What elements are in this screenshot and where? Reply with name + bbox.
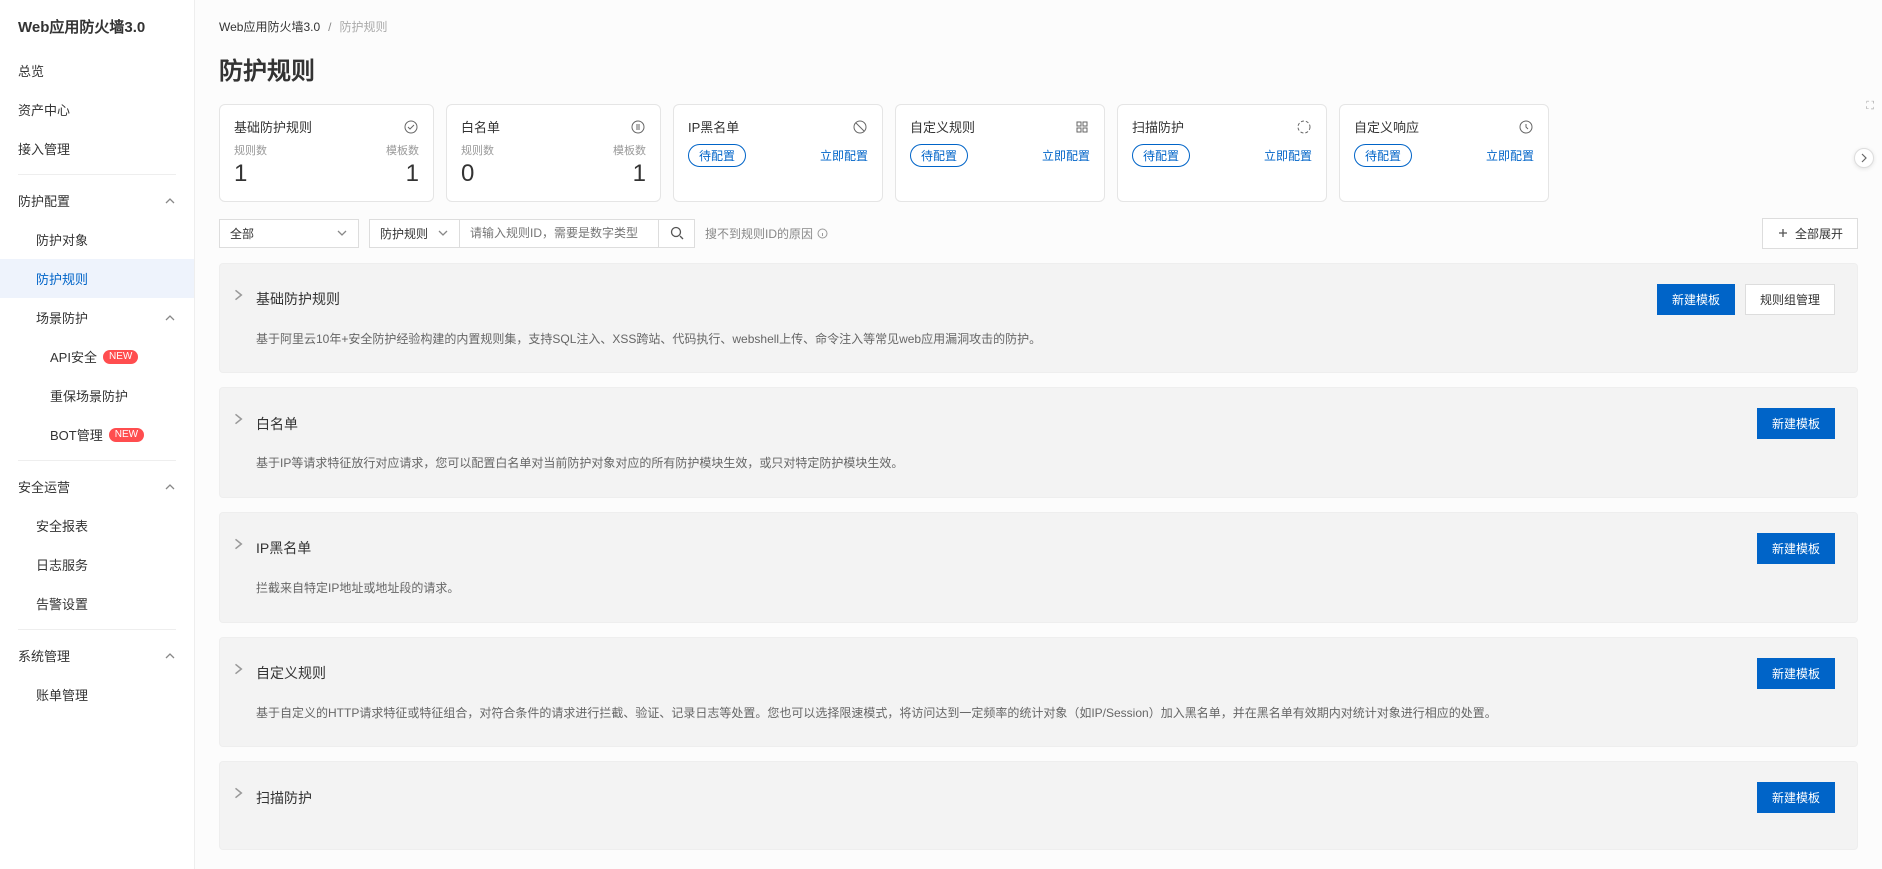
expand-toggle[interactable] xyxy=(232,786,246,800)
nav-security-ops[interactable]: 安全运营 xyxy=(0,467,194,506)
nav-assets[interactable]: 资产中心 xyxy=(0,90,194,129)
card-scan-protection[interactable]: 扫描防护 待配置 立即配置 xyxy=(1117,104,1327,202)
status-pill: 待配置 xyxy=(1132,144,1190,167)
expand-toggle[interactable] xyxy=(232,537,246,551)
main-content: Web应用防火墙3.0 / 防护规则 防护规则 ⛶ 基础防护规则 规则数1 模板… xyxy=(195,0,1882,869)
status-pill: 待配置 xyxy=(910,144,968,167)
block-icon xyxy=(852,119,868,135)
chevron-up-icon xyxy=(164,312,176,324)
expand-toggle[interactable] xyxy=(232,412,246,426)
chevron-up-icon xyxy=(164,481,176,493)
page-title: 防护规则 xyxy=(195,41,1882,104)
new-badge: NEW xyxy=(103,350,138,364)
configure-link[interactable]: 立即配置 xyxy=(1264,147,1312,164)
nav-log-service[interactable]: 日志服务 xyxy=(0,545,194,584)
chevron-up-icon xyxy=(164,195,176,207)
expand-toggle[interactable] xyxy=(232,288,246,302)
nav-protection-rules[interactable]: 防护规则 xyxy=(0,259,194,298)
toolbar: 全部 防护规则 搜不到规则ID的原因 全部展开 xyxy=(195,218,1882,263)
chevron-down-icon xyxy=(437,227,449,239)
nav-api-security[interactable]: API安全NEW xyxy=(0,337,194,376)
rule-whitelist: 白名单 新建模板 基于IP等请求特征放行对应请求，您可以配置白名单对当前防护对象… xyxy=(219,387,1858,498)
search-input[interactable] xyxy=(459,219,659,248)
settings-icon xyxy=(1074,119,1090,135)
rule-ip-blacklist: IP黑名单 新建模板 拦截来自特定IP地址或地址段的请求。 xyxy=(219,512,1858,623)
product-title: Web应用防火墙3.0 xyxy=(0,0,194,51)
divider xyxy=(18,174,176,175)
card-basic-rules[interactable]: 基础防护规则 规则数1 模板数1 xyxy=(219,104,434,202)
rule-list: 基础防护规则 新建模板 规则组管理 基于阿里云10年+安全防护经验构建的内置规则… xyxy=(195,263,1882,850)
card-ip-blacklist[interactable]: IP黑名单 待配置 立即配置 xyxy=(673,104,883,202)
nav-security-report[interactable]: 安全报表 xyxy=(0,506,194,545)
breadcrumb-current: 防护规则 xyxy=(339,18,387,35)
nav-protection-config[interactable]: 防护配置 xyxy=(0,181,194,220)
divider xyxy=(18,629,176,630)
status-pill: 待配置 xyxy=(1354,144,1412,167)
new-template-button[interactable]: 新建模板 xyxy=(1657,284,1735,315)
rule-basic: 基础防护规则 新建模板 规则组管理 基于阿里云10年+安全防护经验构建的内置规则… xyxy=(219,263,1858,374)
expand-all-button[interactable]: 全部展开 xyxy=(1762,218,1858,249)
new-template-button[interactable]: 新建模板 xyxy=(1757,533,1835,564)
new-template-button[interactable]: 新建模板 xyxy=(1757,782,1835,813)
sidebar: Web应用防火墙3.0 总览 资产中心 接入管理 防护配置 防护对象 防护规则 … xyxy=(0,0,195,869)
search-hint[interactable]: 搜不到规则ID的原因 xyxy=(705,225,828,242)
nav-alert-settings[interactable]: 告警设置 xyxy=(0,584,194,623)
info-icon xyxy=(817,228,828,239)
fullscreen-icon[interactable]: ⛶ xyxy=(1866,100,1874,113)
card-custom-response[interactable]: 自定义响应 待配置 立即配置 xyxy=(1339,104,1549,202)
configure-link[interactable]: 立即配置 xyxy=(1486,147,1534,164)
new-badge: NEW xyxy=(109,428,144,442)
card-pager: ⛶ xyxy=(1866,100,1874,113)
new-template-button[interactable]: 新建模板 xyxy=(1757,658,1835,689)
list-icon xyxy=(630,119,646,135)
response-icon xyxy=(1518,119,1534,135)
expand-toggle[interactable] xyxy=(232,662,246,676)
shield-icon xyxy=(403,119,419,135)
configure-link[interactable]: 立即配置 xyxy=(1042,147,1090,164)
scan-icon xyxy=(1296,119,1312,135)
nav-key-scene[interactable]: 重保场景防护 xyxy=(0,376,194,415)
card-whitelist[interactable]: 白名单 规则数0 模板数1 xyxy=(446,104,661,202)
summary-cards: 基础防护规则 规则数1 模板数1 白名单 规则数0 模板数1 xyxy=(195,104,1882,218)
search-button[interactable] xyxy=(659,219,695,248)
rule-scan: 扫描防护 新建模板 xyxy=(219,761,1858,850)
rule-custom: 自定义规则 新建模板 基于自定义的HTTP请求特征或特征组合，对符合条件的请求进… xyxy=(219,637,1858,748)
status-pill: 待配置 xyxy=(688,144,746,167)
nav-system-mgmt[interactable]: 系统管理 xyxy=(0,636,194,675)
breadcrumb-root[interactable]: Web应用防火墙3.0 xyxy=(219,18,320,35)
chevron-down-icon xyxy=(336,227,348,239)
chevron-up-icon xyxy=(164,650,176,662)
nav-scene-protection[interactable]: 场景防护 xyxy=(0,298,194,337)
search-group: 防护规则 xyxy=(369,219,695,248)
nav-bot-mgmt[interactable]: BOT管理NEW xyxy=(0,415,194,454)
new-template-button[interactable]: 新建模板 xyxy=(1757,408,1835,439)
nav-protection-object[interactable]: 防护对象 xyxy=(0,220,194,259)
filter-all-select[interactable]: 全部 xyxy=(219,219,359,248)
scroll-right-button[interactable] xyxy=(1854,148,1874,168)
divider xyxy=(18,460,176,461)
configure-link[interactable]: 立即配置 xyxy=(820,147,868,164)
breadcrumb: Web应用防火墙3.0 / 防护规则 xyxy=(195,0,1882,41)
plus-icon xyxy=(1777,227,1789,239)
rule-group-mgmt-button[interactable]: 规则组管理 xyxy=(1745,284,1835,315)
nav-overview[interactable]: 总览 xyxy=(0,51,194,90)
search-type-select[interactable]: 防护规则 xyxy=(369,219,459,248)
nav-access[interactable]: 接入管理 xyxy=(0,129,194,168)
nav-billing-mgmt[interactable]: 账单管理 xyxy=(0,675,194,714)
card-custom-rules[interactable]: 自定义规则 待配置 立即配置 xyxy=(895,104,1105,202)
